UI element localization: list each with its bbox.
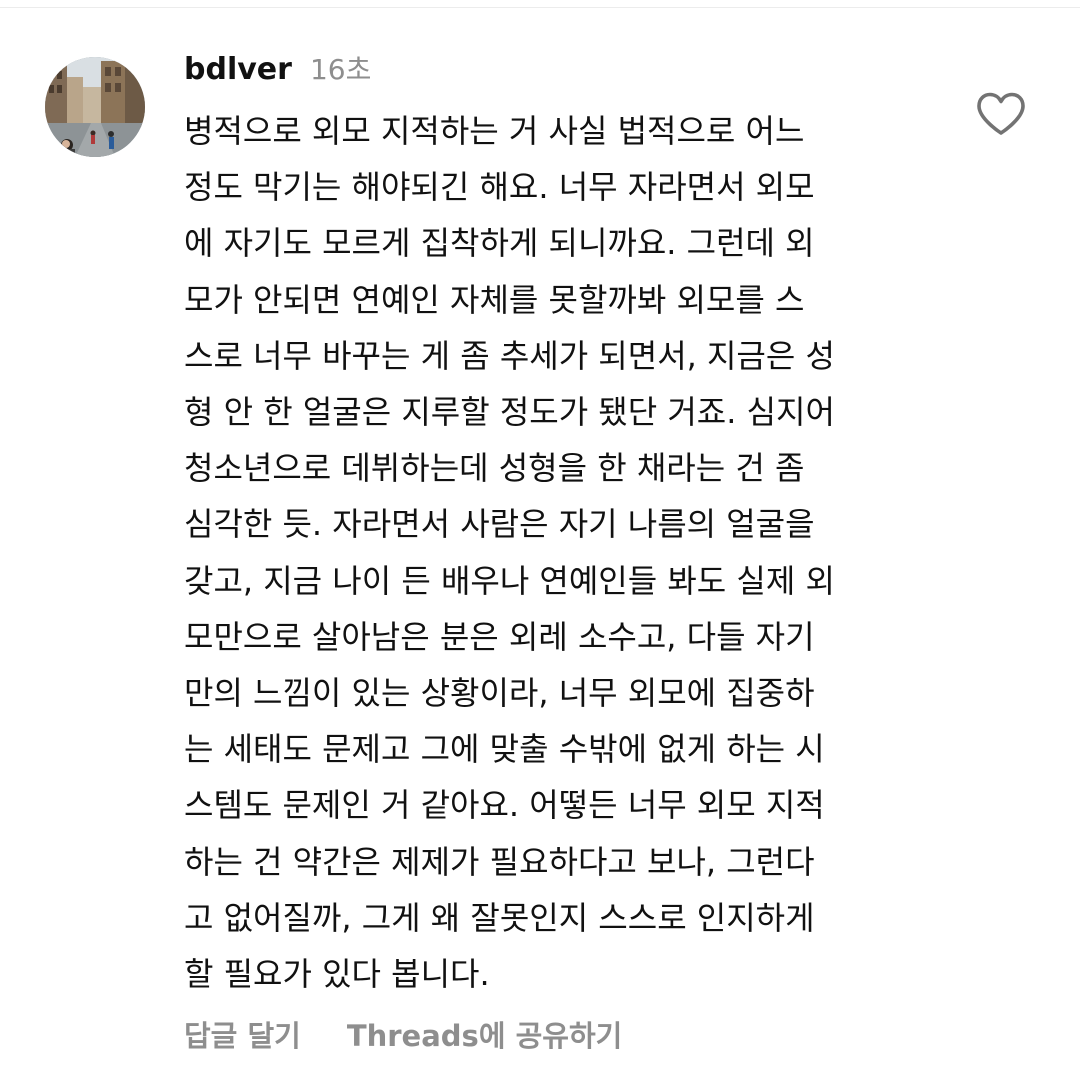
comment-line: 정도 막기는 해야되긴 해요. 너무 자라면서 외모 [184,168,815,207]
comment-line: 하는 건 약간은 제제가 필요하다고 보나, 그런다 [184,842,815,881]
comment-line: 청소년으로 데뷔하는데 성형을 한 채라는 건 좀 [184,449,805,488]
reply-button[interactable]: 답글 달기 [184,1013,301,1055]
comment-actions: 답글 달기 Threads에 공유하기 [184,1013,622,1055]
like-button[interactable] [976,92,1026,136]
comment-line: 심각한 듯. 자라면서 사람은 자기 나름의 얼굴을 [184,505,815,544]
comment-line: 고 없어질까, 그게 왜 잘못인지 스스로 인지하게 [184,898,815,937]
comment-line: 형 안 한 얼굴은 지루할 정도가 됐단 거죠. 심지어 [184,393,835,432]
comment-header: bdlver 16초 [184,48,371,94]
avatar-photo [45,57,145,157]
comment-line: 모만으로 살아남은 분은 외레 소수고, 다들 자기 [184,617,815,656]
timestamp: 16초 [309,53,372,86]
share-to-threads-button[interactable]: Threads에 공유하기 [347,1013,622,1055]
comment-line: 할 필요가 있다 봅니다. [184,955,490,994]
comment-line: 에 자기도 모르게 집착하게 되니까요. 그런데 외 [184,224,815,263]
comment-line: 스로 너무 바꾸는 게 좀 추세가 되면서, 지금은 성 [184,336,835,375]
comment-line: 병적으로 외모 지적하는 거 사실 법적으로 어느 [184,112,805,150]
comment-text: 병적으로 외모 지적하는 거 사실 법적으로 어느 정도 막기는 해야되긴 해요… [184,103,914,1002]
comment-line: 스템도 문제인 거 같아요. 어떻든 너무 외모 지적 [184,786,825,825]
comment-line: 는 세태도 문제고 그에 맞출 수밖에 없게 하는 시 [184,730,825,769]
comment-item: bdlver 16초 병적으로 외모 지적하는 거 사실 법적으로 어느 정도 … [0,0,1080,1080]
comment-line: 모가 안되면 연예인 자체를 못할까봐 외모를 스 [184,280,805,319]
comment-line: 만의 느낌이 있는 상황이라, 너무 외모에 집중하 [184,674,815,713]
comment-line: 갖고, 지금 나이 든 배우나 연예인들 봐도 실제 외 [184,561,835,600]
avatar[interactable] [45,57,145,157]
username[interactable]: bdlver [184,52,292,87]
heart-outline-icon [977,92,1025,135]
